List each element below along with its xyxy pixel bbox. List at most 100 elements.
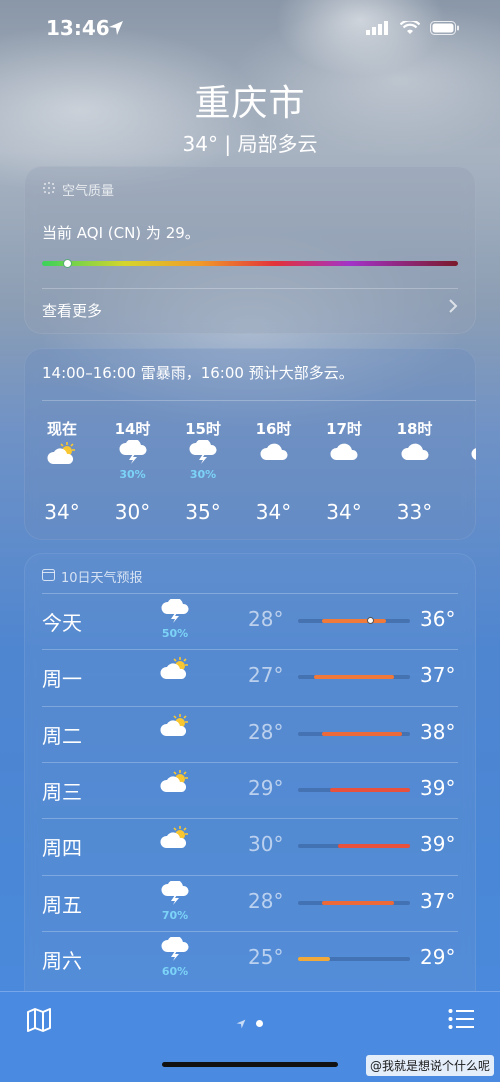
day-row[interactable]: 周三 29° 39° (42, 761, 476, 818)
watermark: @我就是想说个什么呢 (365, 1055, 494, 1076)
precip-chance: 60% (161, 964, 189, 978)
day-row[interactable]: 周四 30° 39° (42, 818, 476, 874)
city-name: 重庆市 (194, 83, 306, 124)
temp-range-track (298, 844, 410, 849)
temp-range-bar (322, 731, 402, 736)
high-temp: 37° (420, 663, 456, 688)
hour-item: 现在 34° (32, 418, 92, 524)
thunderstorm-icon (160, 597, 190, 627)
temp-range-track (298, 956, 410, 961)
daily-card-header: 10日天气预报 (42, 567, 143, 586)
hour-temp: 34° (44, 500, 80, 524)
divider (42, 930, 458, 932)
high-temp: 37° (420, 888, 456, 913)
temp-range-track (298, 617, 410, 624)
divider (42, 593, 458, 594)
day-name: 周一 (42, 667, 82, 692)
temp-range-bar (330, 787, 410, 792)
thunderstorm-icon (118, 438, 148, 468)
map-icon[interactable] (26, 1008, 52, 1036)
high-temp: 39° (420, 775, 456, 800)
hourly-forecast-card[interactable]: 14:00–16:00 雷暴雨，16:00 预计大部多云。 现在 34° 14时 30… (24, 348, 476, 540)
sun-cloud-icon (158, 713, 192, 742)
aqi-scale-bar (42, 259, 458, 268)
day-row[interactable]: 今天 50% 28° 36° (42, 593, 476, 649)
day-name: 周五 (42, 892, 82, 917)
signal-icon (366, 20, 390, 39)
hour-item: 17时 34° (314, 418, 374, 524)
hour-item: 18时 33° (385, 418, 445, 524)
temp-range-track (298, 675, 410, 680)
sun-cloud-icon (158, 657, 192, 685)
low-temp: 25° (248, 944, 284, 969)
divider (42, 288, 458, 289)
aqi-card-header: 空气质量 (42, 180, 114, 199)
day-name: 今天 (42, 611, 82, 635)
hourly-scroll-list[interactable]: 现在 34° 14时 30% 30° 15时 30% 35° 16时 34° 17时 34° 18时 33… (24, 418, 476, 533)
day-row[interactable]: 周二 28° 38° (42, 705, 476, 762)
high-temp: 36° (420, 607, 456, 631)
hour-temp: 30° (114, 500, 151, 524)
temp-range-bar (338, 844, 410, 849)
location-header: 重庆市 34° | 局部多云 (0, 74, 500, 157)
status-time: 13:46 (46, 16, 110, 40)
air-quality-card[interactable]: 空气质量 当前 AQI (CN) 为 29。 查看更多 (24, 166, 476, 334)
temp-range-track (298, 787, 410, 792)
low-temp: 27° (248, 663, 284, 688)
hour-label: 19 (455, 418, 476, 440)
low-temp: 30° (248, 832, 284, 857)
hour-temp: 35° (185, 500, 221, 524)
status-bar: 13:46 (0, 0, 500, 60)
hour-item: 16时 34° (244, 418, 304, 524)
thunderstorm-icon (160, 935, 190, 965)
daily-forecast-card[interactable]: 10日天气预报 今天 50% 28° 36° 周一 27° 37° 周二 28° 38° 周三 29°… (24, 553, 476, 993)
temp-range-track (298, 900, 410, 905)
hour-label: 18时 (396, 420, 433, 438)
precip-chance: 30% (119, 468, 146, 481)
hour-temp: 3 (455, 500, 476, 524)
day-name: 周三 (42, 779, 82, 804)
thunderstorm-icon (160, 879, 190, 909)
see-more-link[interactable]: 查看更多 (42, 300, 102, 321)
list-icon[interactable] (448, 1008, 474, 1034)
current-temp-dot (366, 617, 374, 624)
high-temp: 39° (420, 832, 456, 857)
temp-range-track (298, 731, 410, 736)
temp-range-bar (322, 900, 394, 905)
divider (42, 874, 458, 876)
temp-range-bar (322, 619, 386, 623)
low-temp: 28° (248, 888, 284, 913)
low-temp: 28° (248, 607, 284, 631)
sun-cloud-icon (45, 440, 79, 470)
hour-label: 16时 (255, 420, 292, 438)
hour-item: 14时 30% 30° (103, 418, 163, 524)
hourly-summary: 14:00–16:00 雷暴雨，16:00 预计大部多云。 (42, 364, 354, 382)
calendar-icon (42, 568, 55, 585)
battery-icon (430, 20, 460, 39)
day-row[interactable]: 周五 70% 28° 37° (42, 874, 476, 931)
hour-item: 193 (455, 418, 476, 478)
sun-cloud-icon (158, 769, 192, 798)
page-indicator[interactable] (236, 1014, 263, 1033)
hour-temp: 34° (326, 500, 362, 524)
chevron-right-icon[interactable] (448, 298, 458, 319)
low-temp: 29° (248, 775, 284, 800)
divider (42, 400, 476, 401)
divider (42, 761, 458, 763)
hour-temp: 34° (255, 500, 292, 524)
day-name: 周六 (42, 948, 82, 973)
hour-temp: 33° (396, 500, 433, 524)
hour-label: 14时 (114, 420, 151, 438)
cloud-icon (259, 440, 289, 466)
air-quality-icon (42, 181, 56, 199)
cloud-icon (400, 440, 430, 466)
day-row[interactable]: 周六 60% 25° 29° (42, 930, 476, 987)
page-dot (256, 1020, 263, 1027)
current-condition: 34° | 局部多云 (182, 132, 318, 156)
divider (42, 818, 458, 820)
aqi-title: 空气质量 (62, 184, 115, 199)
day-row[interactable]: 周一 27° 37° (42, 649, 476, 705)
day-name: 周四 (42, 836, 82, 861)
divider (42, 649, 458, 651)
home-indicator (162, 1062, 338, 1067)
